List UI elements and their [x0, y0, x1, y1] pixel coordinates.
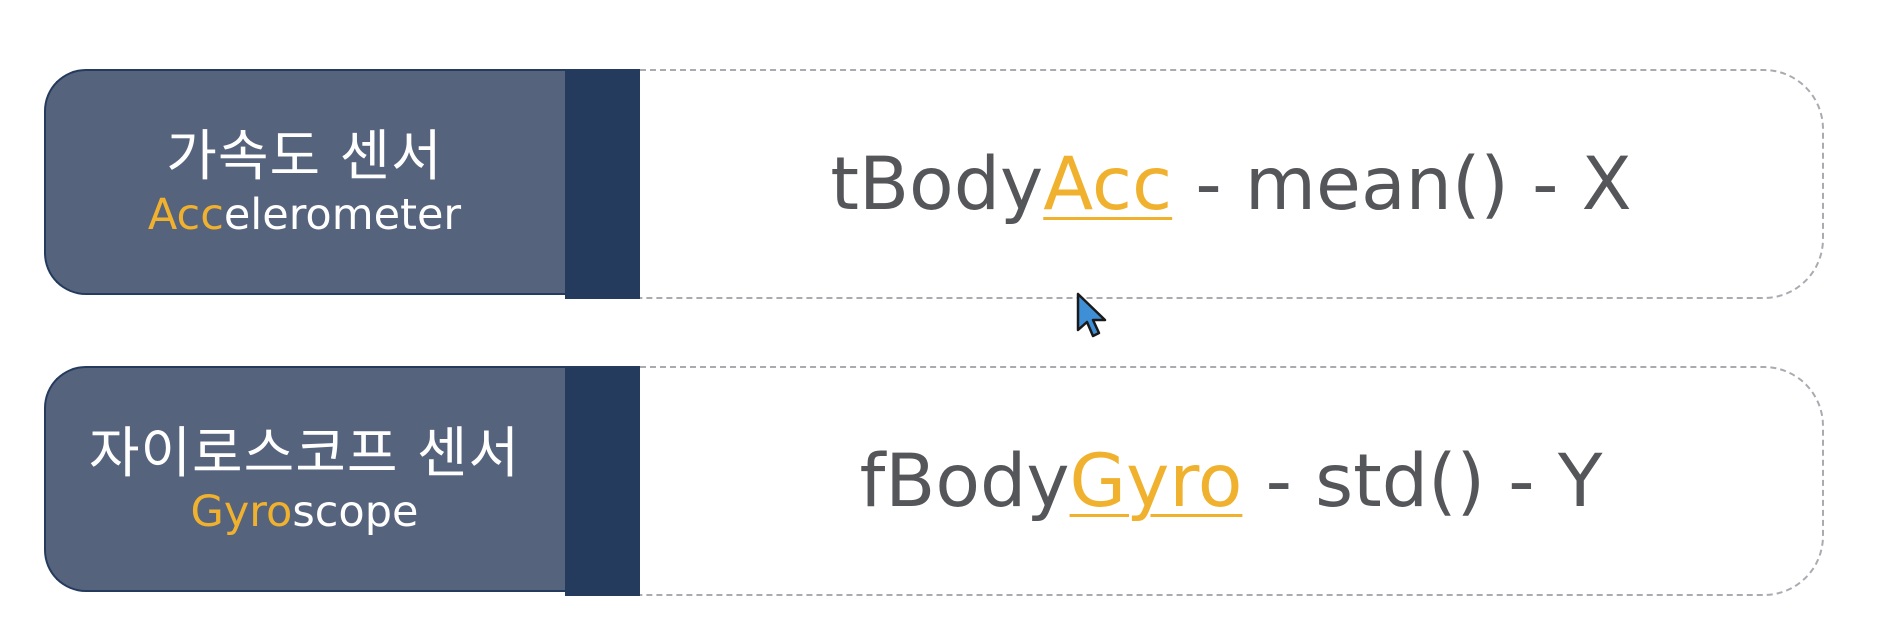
feature-row-accelerometer: 가속도 센서 Accelerometer tBody Acc - mean() -…	[44, 69, 1824, 299]
sensor-name-english-accent: Gyro	[190, 487, 293, 537]
sensor-label-bar	[565, 69, 640, 299]
feature-name-prefix: fBody	[859, 438, 1070, 524]
feature-name-prefix: tBody	[830, 141, 1044, 227]
sensor-name-english: Accelerometer	[148, 189, 461, 241]
feature-row-gyroscope: 자이로스코프 센서 Gyroscope fBody Gyro - std() - …	[44, 366, 1824, 596]
sensor-name-korean: 가속도 센서	[166, 124, 443, 188]
feature-name-box: tBody Acc - mean() - X	[640, 69, 1824, 299]
sensor-name-english-rest: elerometer	[223, 190, 462, 240]
sensor-name-korean: 자이로스코프 센서	[88, 421, 521, 485]
sensor-label: 가속도 센서 Accelerometer	[44, 69, 565, 295]
feature-name: fBody Gyro - std() - Y	[640, 368, 1822, 594]
feature-name: tBody Acc - mean() - X	[640, 71, 1822, 297]
feature-name-suffix: - std() - Y	[1242, 438, 1603, 524]
mouse-pointer-icon	[1076, 292, 1110, 340]
feature-name-suffix: - mean() - X	[1172, 141, 1632, 227]
feature-name-accent: Gyro	[1069, 438, 1243, 524]
sensor-label-bar	[565, 366, 640, 596]
feature-name-accent: Acc	[1043, 141, 1173, 227]
feature-name-box: fBody Gyro - std() - Y	[640, 366, 1824, 596]
sensor-name-english-rest: scope	[292, 487, 419, 537]
sensor-name-english: Gyroscope	[191, 486, 419, 538]
sensor-label: 자이로스코프 센서 Gyroscope	[44, 366, 565, 592]
sensor-name-english-accent: Acc	[147, 190, 224, 240]
